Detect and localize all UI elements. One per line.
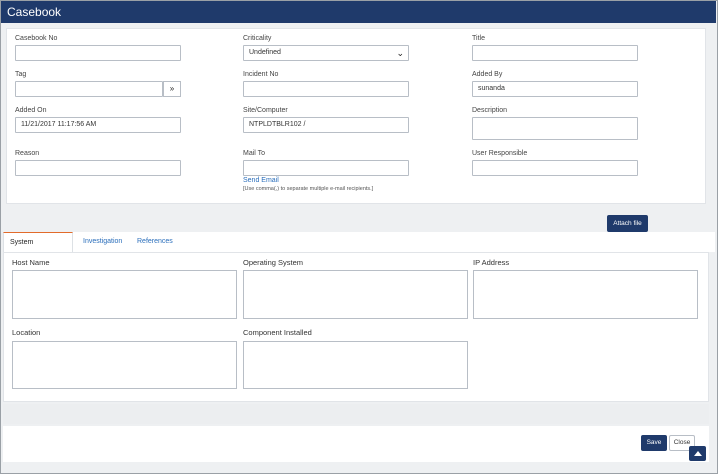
save-button[interactable]: Save xyxy=(641,435,667,451)
attach-file-button[interactable]: Attach file xyxy=(607,215,648,232)
casebook-no-input[interactable] xyxy=(15,45,181,61)
site-computer-label: Site/Computer xyxy=(243,107,288,114)
scroll-to-top-button[interactable] xyxy=(689,446,706,461)
operating-system-label: Operating System xyxy=(243,258,304,267)
location-label: Location xyxy=(12,328,41,337)
host-name-textarea[interactable] xyxy=(12,270,237,319)
ip-address-textarea[interactable] xyxy=(473,270,698,319)
ip-address-label: IP Address xyxy=(473,258,510,267)
incident-no-input[interactable] xyxy=(243,81,409,97)
description-label: Description xyxy=(472,107,508,114)
title-input[interactable] xyxy=(472,45,638,61)
tag-label: Tag xyxy=(15,71,27,78)
tab-bar: System Information Investigation Referen… xyxy=(3,232,715,266)
mail-to-hint: [Use comma(,) to separate multiple e-mai… xyxy=(243,186,374,192)
added-by-input[interactable]: sunanda xyxy=(472,81,638,97)
tag-input[interactable] xyxy=(15,81,163,97)
operating-system-textarea[interactable] xyxy=(243,270,468,319)
criticality-select[interactable]: Undefined ⌄ xyxy=(243,45,409,61)
reason-input[interactable] xyxy=(15,160,181,176)
site-computer-input[interactable]: NTPLDTBLR102 / xyxy=(243,117,409,133)
added-on-input[interactable]: 11/21/2017 11:17:56 AM xyxy=(15,117,181,133)
added-by-label: Added By xyxy=(472,71,503,78)
tab-references[interactable]: References xyxy=(131,232,179,252)
component-installed-label: Component Installed xyxy=(243,328,312,337)
criticality-value: Undefined xyxy=(249,49,281,56)
tab-system-information[interactable]: System Information xyxy=(3,232,73,266)
user-responsible-label: User Responsible xyxy=(472,150,528,157)
double-chevron-down-icon: » xyxy=(169,84,175,93)
footer-strip xyxy=(3,404,709,424)
mail-to-label: Mail To xyxy=(243,150,266,157)
component-installed-textarea[interactable] xyxy=(243,341,468,389)
window-title: Casebook xyxy=(1,1,716,23)
action-bar xyxy=(3,426,709,462)
tab-investigation[interactable]: Investigation xyxy=(77,232,128,252)
user-responsible-input[interactable] xyxy=(472,160,638,176)
tag-expand-button[interactable]: » xyxy=(163,81,181,97)
incident-no-label: Incident No xyxy=(243,71,279,78)
added-on-label: Added On xyxy=(15,107,47,114)
send-email-link[interactable]: Send Email xyxy=(243,177,279,184)
casebook-no-label: Casebook No xyxy=(15,35,58,42)
location-textarea[interactable] xyxy=(12,341,237,389)
description-input[interactable] xyxy=(472,117,638,140)
arrow-up-icon xyxy=(693,451,702,456)
criticality-label: Criticality xyxy=(243,35,272,42)
mail-to-input[interactable] xyxy=(243,160,409,176)
reason-label: Reason xyxy=(15,150,40,157)
title-label: Title xyxy=(472,35,485,42)
host-name-label: Host Name xyxy=(12,258,50,267)
chevron-down-icon: ⌄ xyxy=(396,48,404,58)
